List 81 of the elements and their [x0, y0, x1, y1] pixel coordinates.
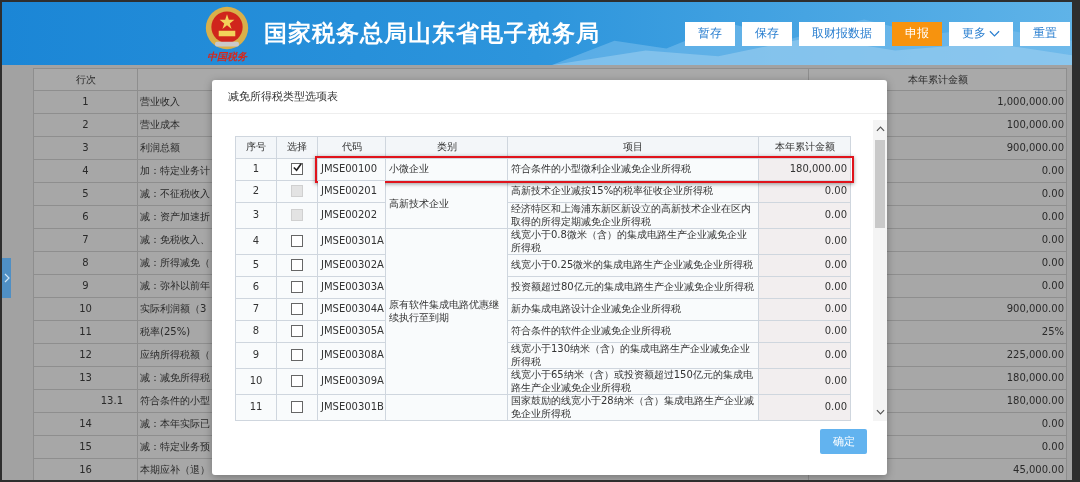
scrollbar-thumb[interactable] — [875, 140, 885, 228]
scroll-down-icon[interactable] — [875, 409, 885, 415]
table-cell: 9 — [235, 342, 277, 369]
table-cell: 6 — [33, 205, 138, 229]
scrollbar[interactable] — [873, 120, 887, 421]
column-header: 项目 — [507, 136, 759, 159]
checkbox[interactable] — [291, 281, 303, 294]
table-cell: 线宽小于0.8微米（含）的集成电路生产企业减免企业所得税 — [507, 228, 759, 255]
table-cell: JMSE00301A — [317, 228, 386, 255]
table-cell: 线宽小于65纳米（含）或投资额超过150亿元的集成电路生产企业减免企业所得税 — [507, 368, 759, 395]
emblem-icon — [204, 4, 250, 51]
checkbox[interactable] — [291, 303, 303, 316]
table-cell: 国家鼓励的线宽小于28纳米（含）集成电路生产企业减免企业所得税 — [507, 394, 759, 421]
confirm-button[interactable]: 确定 — [820, 429, 867, 454]
table-cell: 6 — [235, 276, 277, 299]
chevron-right-icon — [3, 273, 10, 283]
dialog-title: 减免所得税类型选项表 — [228, 89, 338, 104]
table-cell: 3 — [235, 202, 277, 229]
table-cell: 0.00 — [758, 394, 851, 421]
table-cell: 原有软件集成电路优惠继续执行至到期 — [385, 228, 508, 395]
checkbox[interactable] — [291, 325, 303, 338]
table-cell: 高新技术企业 — [385, 180, 508, 229]
site-title: 国家税务总局山东省电子税务局 — [264, 19, 600, 48]
table-cell: 2 — [33, 113, 138, 137]
checkbox[interactable] — [291, 235, 303, 248]
table-cell: 8 — [235, 320, 277, 343]
table-cell: 符合条件的小型微利企业减免企业所得税 — [507, 158, 759, 181]
toolbar-button[interactable]: 取财报数据 — [799, 21, 885, 46]
toolbar-button[interactable]: 暂存 — [685, 21, 735, 46]
table-cell: 新办集成电路设计企业减免企业所得税 — [507, 298, 759, 321]
table-cell: JMSE00308A — [317, 342, 386, 369]
column-header: 行次 — [33, 68, 138, 91]
column-header: 序号 — [235, 136, 277, 159]
table-cell: JMSE00202 — [317, 202, 386, 229]
table-cell: 15 — [33, 435, 138, 459]
side-toggle[interactable] — [2, 258, 11, 298]
column-header: 选择 — [276, 136, 318, 159]
checkbox[interactable] — [291, 163, 303, 176]
table-cell: 0.00 — [758, 228, 851, 255]
toolbar-button[interactable]: 申报 — [892, 21, 942, 46]
table-cell: 10 — [235, 368, 277, 395]
table-cell: JMSE00301B — [317, 394, 386, 421]
checkbox[interactable] — [291, 259, 303, 272]
table-cell: 投资额超过80亿元的集成电路生产企业减免企业所得税 — [507, 276, 759, 299]
table-cell: 线宽小于0.25微米的集成电路生产企业减免企业所得税 — [507, 254, 759, 277]
table-cell: 12 — [33, 343, 138, 367]
table-cell: 16 — [33, 458, 138, 480]
table-cell: 1 — [33, 90, 138, 114]
table-cell: 5 — [33, 182, 138, 206]
more-button[interactable]: 更多 — [949, 21, 1013, 46]
table-cell: 13 — [33, 366, 138, 390]
caret-icon — [989, 29, 1000, 38]
table-cell: 11 — [33, 320, 138, 344]
table-cell: 1 — [235, 158, 277, 181]
table-cell: 11 — [235, 394, 277, 421]
table-cell: 7 — [235, 298, 277, 321]
checkbox[interactable] — [291, 349, 303, 362]
table-cell: 4 — [235, 228, 277, 255]
table-cell: 经济特区和上海浦东新区新设立的高新技术企业在区内取得的所得定期减免企业所得税 — [507, 202, 759, 229]
checkbox[interactable] — [291, 375, 303, 388]
scroll-up-icon[interactable] — [875, 126, 885, 132]
table-cell: 0.00 — [758, 342, 851, 369]
table-cell: 9 — [33, 274, 138, 298]
table-cell: 10 — [33, 297, 138, 321]
toolbar-button[interactable]: 保存 — [742, 21, 792, 46]
table-cell: 5 — [235, 254, 277, 277]
table-cell: 7 — [33, 228, 138, 252]
logo-caption: 中国税务 — [207, 50, 247, 63]
table-cell: JMSE00309A — [317, 368, 386, 395]
table-cell: 3 — [33, 136, 138, 160]
table-cell: 2 — [235, 180, 277, 203]
table-cell: 0.00 — [758, 368, 851, 395]
table-cell: 14 — [33, 412, 138, 436]
table-cell: 13.1 — [33, 389, 138, 413]
table-cell: 0.00 — [758, 202, 851, 229]
checkbox[interactable] — [291, 401, 303, 414]
table-cell: 符合条件的软件企业减免企业所得税 — [507, 320, 759, 343]
table-cell: 4 — [33, 159, 138, 183]
table-cell: 8 — [33, 251, 138, 275]
toolbar-button[interactable]: 重置 — [1020, 21, 1070, 46]
table-cell: 线宽小于130纳米（含）的集成电路生产企业减免企业所得税 — [507, 342, 759, 369]
